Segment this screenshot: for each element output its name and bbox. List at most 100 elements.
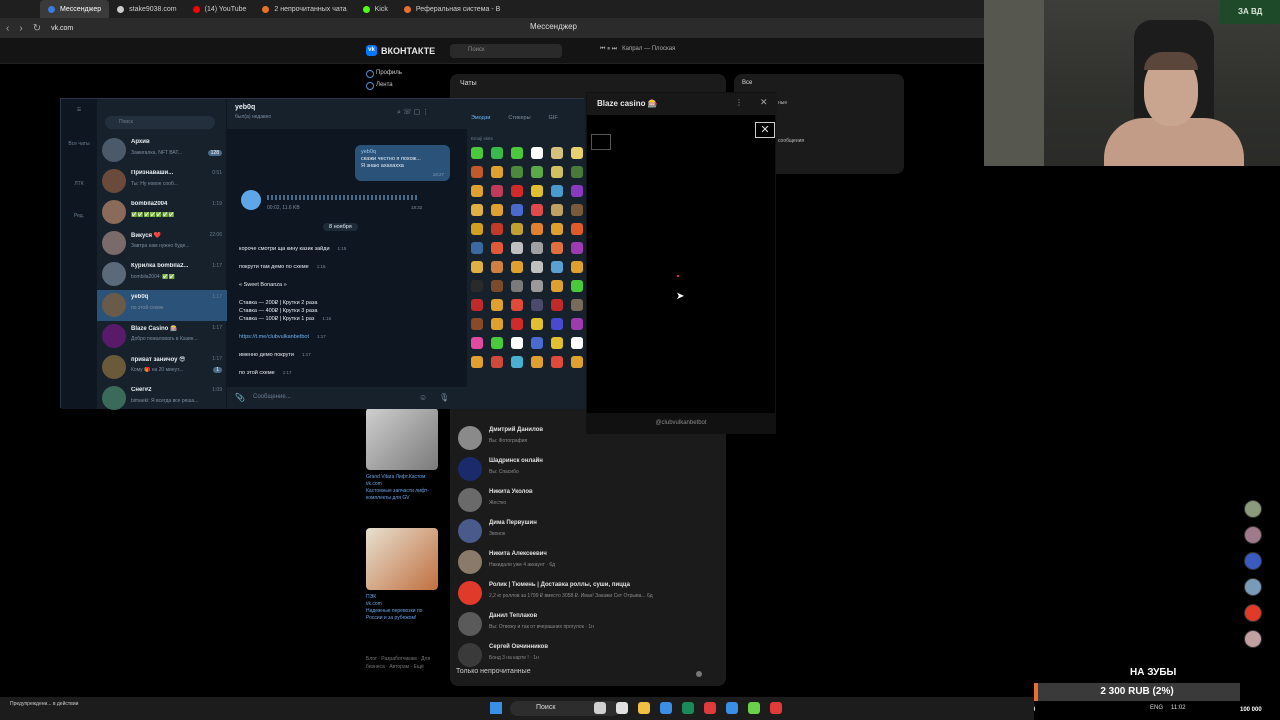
taskbar-warning[interactable]: Предупреждени... в действии: [10, 701, 78, 707]
emoji-icon[interactable]: [511, 204, 523, 216]
browser-tab[interactable]: Kick: [355, 0, 396, 18]
emoji-icon[interactable]: [531, 242, 543, 254]
incoming-message[interactable]: короче смотри ща кину казик зайди 1:15: [239, 245, 346, 253]
emoji-icon[interactable]: [571, 337, 583, 349]
avatar[interactable]: [458, 550, 482, 574]
taskbar-app-icon[interactable]: [748, 702, 760, 714]
emoji-icon[interactable]: [471, 299, 483, 311]
tray-language[interactable]: ENG: [1150, 705, 1163, 711]
emoji-icon[interactable]: [531, 337, 543, 349]
avatar[interactable]: [458, 581, 482, 605]
folder-edit[interactable]: Ред.: [67, 213, 91, 219]
emoji-icon[interactable]: [531, 147, 543, 159]
ad-image[interactable]: [366, 408, 438, 470]
incoming-message[interactable]: https://t.me/clubvulkanbetbot 1:17: [239, 333, 326, 341]
header-actions-icon[interactable]: ⌕ ☏ ▢ ⋮: [397, 108, 429, 117]
taskbar-app-icon[interactable]: [660, 702, 672, 714]
vk-search-input[interactable]: Поиск: [450, 44, 562, 58]
nav-profile[interactable]: Профиль: [366, 70, 402, 78]
tab-emoji[interactable]: Эмодзи: [471, 115, 490, 121]
emoji-icon[interactable]: [571, 204, 583, 216]
emoji-icon[interactable]: [551, 147, 563, 159]
emoji-icon[interactable]: [551, 223, 563, 235]
telegram-chat-item[interactable]: Викуся ❤️ Завтра нам нужно буде... 22:06: [97, 228, 227, 259]
attach-icon[interactable]: 📎: [235, 393, 245, 402]
emoji-icon[interactable]: [531, 299, 543, 311]
emoji-icon[interactable]: [491, 356, 503, 368]
vk-dialog-row[interactable]: Данил Теплаков Вы: Отвожу и так от вчераш…: [456, 610, 718, 638]
emoji-icon[interactable]: [471, 337, 483, 349]
emoji-icon[interactable]: ☺: [419, 393, 427, 402]
conversation-header[interactable]: yeb0q был(а) недавно ⌕ ☏ ▢ ⋮: [227, 99, 467, 129]
avatar[interactable]: [458, 519, 482, 543]
message-text[interactable]: https://t.me/clubvulkanbetbot: [239, 334, 309, 340]
voice-message[interactable]: 00:02, 11.6 KB 18:32: [233, 187, 423, 213]
taskbar-app-icon[interactable]: [704, 702, 716, 714]
tray-clock[interactable]: 11:02: [1171, 705, 1186, 711]
ad-title[interactable]: Grand Vitara Лифт.Кастом: [366, 474, 426, 480]
emoji-icon[interactable]: [551, 185, 563, 197]
vk-dialog-row[interactable]: Никита Уколов Жесткo: [456, 486, 718, 514]
incoming-message[interactable]: Ставка — 100₽ | Крутки 1 раз 1:16: [239, 315, 331, 323]
vk-dialog-row[interactable]: Дима Первушин Звонок: [456, 517, 718, 545]
emoji-icon[interactable]: [551, 166, 563, 178]
avatar[interactable]: [458, 612, 482, 636]
filter-line-2[interactable]: сообщения: [778, 138, 804, 144]
unread-filter[interactable]: Только непрочитанные: [456, 668, 702, 677]
taskbar-app-icon[interactable]: [770, 702, 782, 714]
incoming-message[interactable]: по этой схеме 1:17: [239, 369, 291, 377]
emoji-icon[interactable]: [491, 204, 503, 216]
vk-music-player[interactable]: ⏮ ⏸ ⏭ Капрал — Плоская: [600, 46, 675, 53]
emoji-icon[interactable]: [511, 223, 523, 235]
telegram-chat-item[interactable]: Blaze Casino 🎰 Добро пожаловать в Казин..…: [97, 321, 227, 352]
voice-waveform[interactable]: [267, 195, 417, 200]
emoji-icon[interactable]: [471, 356, 483, 368]
vk-dialog-row[interactable]: Никита Алексеевич Накидали уже 4 аккаунт …: [456, 548, 718, 576]
emoji-icon[interactable]: [511, 356, 523, 368]
taskbar-app-icon[interactable]: [726, 702, 738, 714]
emoji-icon[interactable]: [491, 261, 503, 273]
ad-title[interactable]: ПЭК: [366, 594, 376, 600]
forward-icon[interactable]: ›: [19, 23, 22, 34]
emoji-icon[interactable]: [551, 261, 563, 273]
emoji-icon[interactable]: [551, 280, 563, 292]
mic-icon[interactable]: 🎙: [439, 393, 449, 402]
emoji-icon[interactable]: [531, 166, 543, 178]
telegram-chat-item[interactable]: Курилка bombila2... bombila2004: ✅✅ 1:17: [97, 259, 227, 290]
avatar[interactable]: [458, 426, 482, 450]
folder-all[interactable]: Все чаты: [67, 141, 91, 147]
menu-icon[interactable]: ☰: [67, 107, 91, 113]
taskbar-app-icon[interactable]: [594, 702, 606, 714]
vk-dialog-row[interactable]: Сергей Овчинников Бонд 3 на карте ! · 1н: [456, 641, 718, 669]
compose-bar[interactable]: 📎 Сообщение... ☺ 🎙: [227, 387, 467, 409]
emoji-icon[interactable]: [571, 166, 583, 178]
tab-gif[interactable]: GIF: [549, 115, 558, 121]
reload-icon[interactable]: ↻: [33, 23, 41, 34]
play-icon[interactable]: [241, 190, 261, 210]
emoji-icon[interactable]: [491, 147, 503, 159]
emoji-icon[interactable]: [551, 242, 563, 254]
emoji-icon[interactable]: [511, 242, 523, 254]
inner-close-button[interactable]: ✕: [755, 122, 775, 138]
taskbar-app-icon[interactable]: [638, 702, 650, 714]
emoji-icon[interactable]: [471, 166, 483, 178]
emoji-icon[interactable]: [571, 261, 583, 273]
filter-line-1[interactable]: ные: [778, 100, 787, 106]
browser-tab[interactable]: 2 непрочитанных чата: [254, 0, 354, 18]
browser-tab[interactable]: Реферальная система - B: [396, 0, 508, 18]
emoji-icon[interactable]: [491, 280, 503, 292]
emoji-icon[interactable]: [511, 261, 523, 273]
emoji-icon[interactable]: [571, 147, 583, 159]
compose-input[interactable]: Сообщение...: [253, 394, 291, 400]
vk-ad-1[interactable]: Grand Vitara Лифт.Кастом vk.com Кастомные …: [366, 408, 440, 502]
emoji-icon[interactable]: [531, 318, 543, 330]
emoji-icon[interactable]: [531, 261, 543, 273]
back-icon[interactable]: ‹: [6, 23, 9, 34]
avatar[interactable]: [458, 643, 482, 667]
emoji-icon[interactable]: [531, 356, 543, 368]
emoji-icon[interactable]: [491, 318, 503, 330]
emoji-icon[interactable]: [511, 299, 523, 311]
vk-footer-links[interactable]: Блог · Разработчикам · Для бизнеса · Авт…: [366, 655, 440, 671]
emoji-icon[interactable]: [551, 356, 563, 368]
emoji-icon[interactable]: [471, 147, 483, 159]
